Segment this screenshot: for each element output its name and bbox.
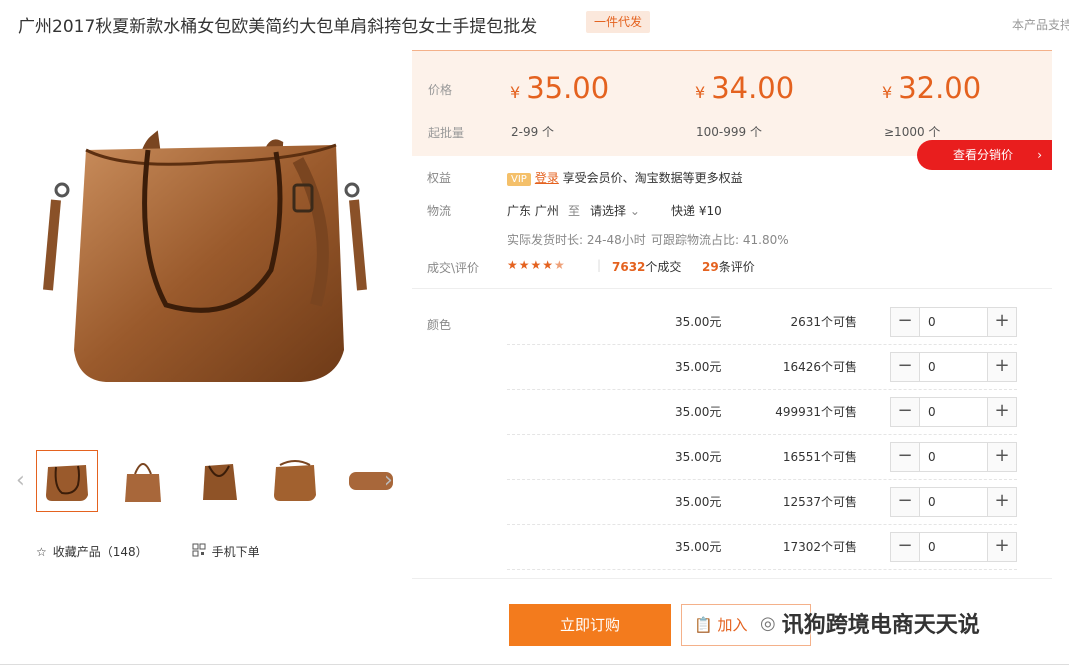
sku-price: 35.00元: [675, 540, 722, 554]
clipboard-icon: 📋: [694, 616, 713, 634]
section-divider: [412, 288, 1052, 289]
express-fee: 快递 ¥10: [671, 204, 722, 218]
sku-stock: 16426个可售: [782, 360, 857, 374]
quantity-stepper: −0 +: [890, 397, 1017, 427]
benefits-row: VIP 登录 享受会员价、淘宝数据等更多权益: [507, 169, 743, 186]
sku-row: 35.00元 499931个可售 −0 +: [507, 390, 1017, 435]
price-tier-3: ¥32.00: [882, 71, 982, 105]
sku-stock: 16551个可售: [782, 450, 857, 464]
batch-tier-2: 100-999 个: [696, 125, 762, 139]
sku-price: 35.00元: [675, 495, 722, 509]
dropship-tag: 一件代发: [586, 11, 651, 33]
ship-time: 实际发货时长: 24-48小时: [507, 233, 646, 247]
divider: |: [597, 258, 602, 272]
destination-select[interactable]: 请选择 ⌄: [590, 202, 640, 219]
mobile-order-link[interactable]: 手机下单: [192, 543, 260, 560]
quantity-input[interactable]: 0: [919, 353, 988, 381]
quantity-stepper: −0 +: [890, 487, 1017, 517]
thumbnail-1[interactable]: [36, 450, 98, 512]
decrease-quantity-button[interactable]: −: [891, 443, 919, 471]
sku-row: 35.00元 16551个可售 −0 +: [507, 435, 1017, 480]
thumbnail-strip: [36, 450, 402, 512]
sku-row: 35.00元 2631个可售 −0 +: [507, 300, 1017, 345]
decrease-quantity-button[interactable]: −: [891, 533, 919, 561]
star-icon: ☆: [36, 544, 47, 559]
ship-from: 广东 广州: [507, 204, 559, 218]
quantity-stepper: −0 +: [890, 352, 1017, 382]
deals-count[interactable]: 7632个成交: [612, 258, 681, 275]
view-distribution-price-button[interactable]: 查看分销价 ›: [917, 140, 1052, 170]
watermark: ◎ 讯狗跨境电商天天说: [760, 612, 980, 639]
qr-code-icon: [192, 543, 206, 560]
decrease-quantity-button[interactable]: −: [891, 488, 919, 516]
sku-price: 35.00元: [675, 450, 722, 464]
increase-quantity-button[interactable]: +: [988, 533, 1016, 561]
batch-tier-1: 2-99 个: [511, 125, 555, 139]
decrease-quantity-button[interactable]: −: [891, 353, 919, 381]
sku-price: 35.00元: [675, 360, 722, 374]
quantity-input[interactable]: 0: [919, 398, 988, 426]
thumbs-next-arrow[interactable]: ›: [384, 470, 393, 492]
color-label: 颜色: [427, 318, 452, 332]
buy-now-button[interactable]: 立即订购: [509, 604, 671, 646]
batch-tier-3: ≥1000 个: [884, 125, 941, 139]
product-title: 广州2017秋夏新款水桶女包欧美简约大包单肩斜挎包女士手提包批发: [18, 17, 538, 37]
rating-stars: ★★★★★: [507, 258, 566, 272]
wechat-icon: ◎: [760, 612, 776, 634]
increase-quantity-button[interactable]: +: [988, 308, 1016, 336]
quantity-stepper: −0 +: [890, 442, 1017, 472]
thumbnail-3[interactable]: [188, 450, 250, 512]
main-product-image[interactable]: [36, 90, 376, 430]
quantity-stepper: −0 +: [890, 532, 1017, 562]
thumbs-prev-arrow[interactable]: ‹: [16, 470, 25, 492]
favorite-label: 收藏产品（148）: [52, 545, 148, 559]
favorite-product-link[interactable]: ☆ 收藏产品（148）: [36, 543, 148, 560]
quantity-input[interactable]: 0: [919, 533, 988, 561]
decrease-quantity-button[interactable]: −: [891, 308, 919, 336]
deals-reviews-label: 成交\评价: [427, 261, 480, 275]
sku-row: 35.00元 12537个可售 −0 +: [507, 480, 1017, 525]
support-text: 本产品支持: [1012, 18, 1069, 32]
chevron-right-icon: ›: [1037, 148, 1042, 162]
batch-label: 起批量: [428, 126, 465, 140]
sku-price: 35.00元: [675, 405, 722, 419]
sku-price: 35.00元: [675, 315, 722, 329]
mobile-order-label: 手机下单: [211, 545, 260, 559]
login-link[interactable]: 登录: [535, 171, 559, 185]
review-count[interactable]: 29条评价: [702, 258, 755, 275]
page-bottom-border: [0, 664, 1069, 665]
tracking-rate: 可跟踪物流占比: 41.80%: [651, 233, 789, 247]
increase-quantity-button[interactable]: +: [988, 353, 1016, 381]
price-label: 价格: [428, 83, 453, 97]
sku-row: 35.00元 16426个可售 −0 +: [507, 345, 1017, 390]
price-tier-2: ¥34.00: [695, 71, 795, 105]
section-divider: [412, 578, 1052, 579]
thumbnail-2[interactable]: [112, 450, 174, 512]
quantity-input[interactable]: 0: [919, 488, 988, 516]
quantity-input[interactable]: 0: [919, 443, 988, 471]
increase-quantity-button[interactable]: +: [988, 443, 1016, 471]
quantity-input[interactable]: 0: [919, 308, 988, 336]
vip-badge: VIP: [507, 173, 531, 186]
logistics-label: 物流: [427, 204, 452, 218]
benefits-label: 权益: [427, 171, 452, 185]
benefits-text: 享受会员价、淘宝数据等更多权益: [562, 171, 743, 185]
ship-to-word: 至: [568, 204, 581, 218]
sku-stock: 499931个可售: [775, 405, 857, 419]
sku-row: 35.00元 17302个可售 −0 +: [507, 525, 1017, 570]
quantity-stepper: −0 +: [890, 307, 1017, 337]
sku-stock: 12537个可售: [782, 495, 857, 509]
thumbnail-4[interactable]: [264, 450, 326, 512]
increase-quantity-button[interactable]: +: [988, 488, 1016, 516]
sku-stock: 2631个可售: [790, 315, 857, 329]
increase-quantity-button[interactable]: +: [988, 398, 1016, 426]
sku-stock: 17302个可售: [782, 540, 857, 554]
decrease-quantity-button[interactable]: −: [891, 398, 919, 426]
price-tier-1: ¥35.00: [510, 71, 610, 105]
chevron-down-icon: ⌄: [629, 204, 640, 218]
